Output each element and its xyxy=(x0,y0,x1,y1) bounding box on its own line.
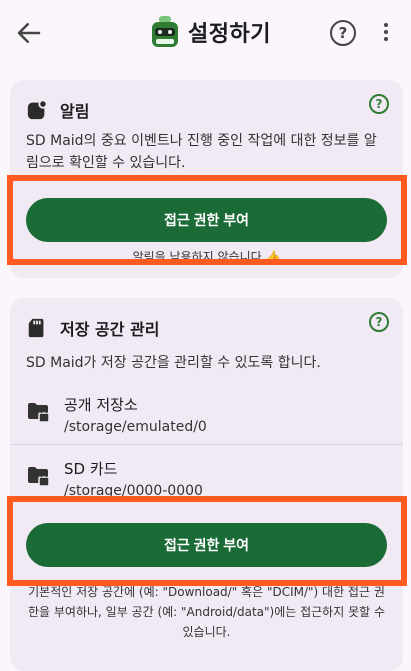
divider xyxy=(10,444,403,445)
storage-location-name: SD 카드 xyxy=(64,460,118,478)
storage-card-title: 저장 공간 관리 xyxy=(60,320,160,339)
notifications-description: SD Maid의 중요 이벤트나 진행 중인 작업에 대한 정보를 알림으로 확… xyxy=(26,133,377,171)
notifications-card-title: 알림 xyxy=(60,102,90,121)
title-group: 설정하기 xyxy=(150,12,271,52)
storage-grant-button[interactable]: 접근 권한 부여 xyxy=(26,523,387,567)
folder-lock-icon xyxy=(28,467,50,487)
folder-lock-icon xyxy=(28,403,50,423)
storage-description: SD Maid가 저장 공간을 관리할 수 있도록 합니다. xyxy=(26,355,321,371)
storage-help-icon[interactable]: ? xyxy=(369,312,389,332)
sd-maid-logo-icon xyxy=(152,16,178,47)
sd-card-icon xyxy=(28,318,44,338)
top-app-bar: 설정하기 ? xyxy=(0,0,411,64)
notification-icon xyxy=(27,99,48,120)
help-circle-icon[interactable]: ? xyxy=(330,20,356,46)
storage-card: 저장 공간 관리 ? SD Maid가 저장 공간을 관리할 수 있도록 합니다… xyxy=(10,298,403,671)
page-title: 설정하기 xyxy=(188,22,271,47)
notifications-grant-button[interactable]: 접근 권한 부여 xyxy=(26,198,387,242)
more-vert-icon[interactable] xyxy=(381,20,391,46)
storage-footer-note: 기본적인 저장 공간에 (예: "Download/" 혹은 "DCIM/") … xyxy=(27,585,386,639)
storage-location-public: 공개 저장소 /storage/emulated/0 xyxy=(26,394,207,438)
storage-location-path: /storage/emulated/0 xyxy=(64,419,207,435)
notifications-help-icon[interactable]: ? xyxy=(369,94,389,114)
notifications-card-header: 알림 xyxy=(26,98,89,122)
storage-location-name: 공개 저장소 xyxy=(64,396,138,414)
storage-card-header: 저장 공간 관리 xyxy=(26,316,159,340)
arrow-left-icon[interactable] xyxy=(14,18,44,48)
